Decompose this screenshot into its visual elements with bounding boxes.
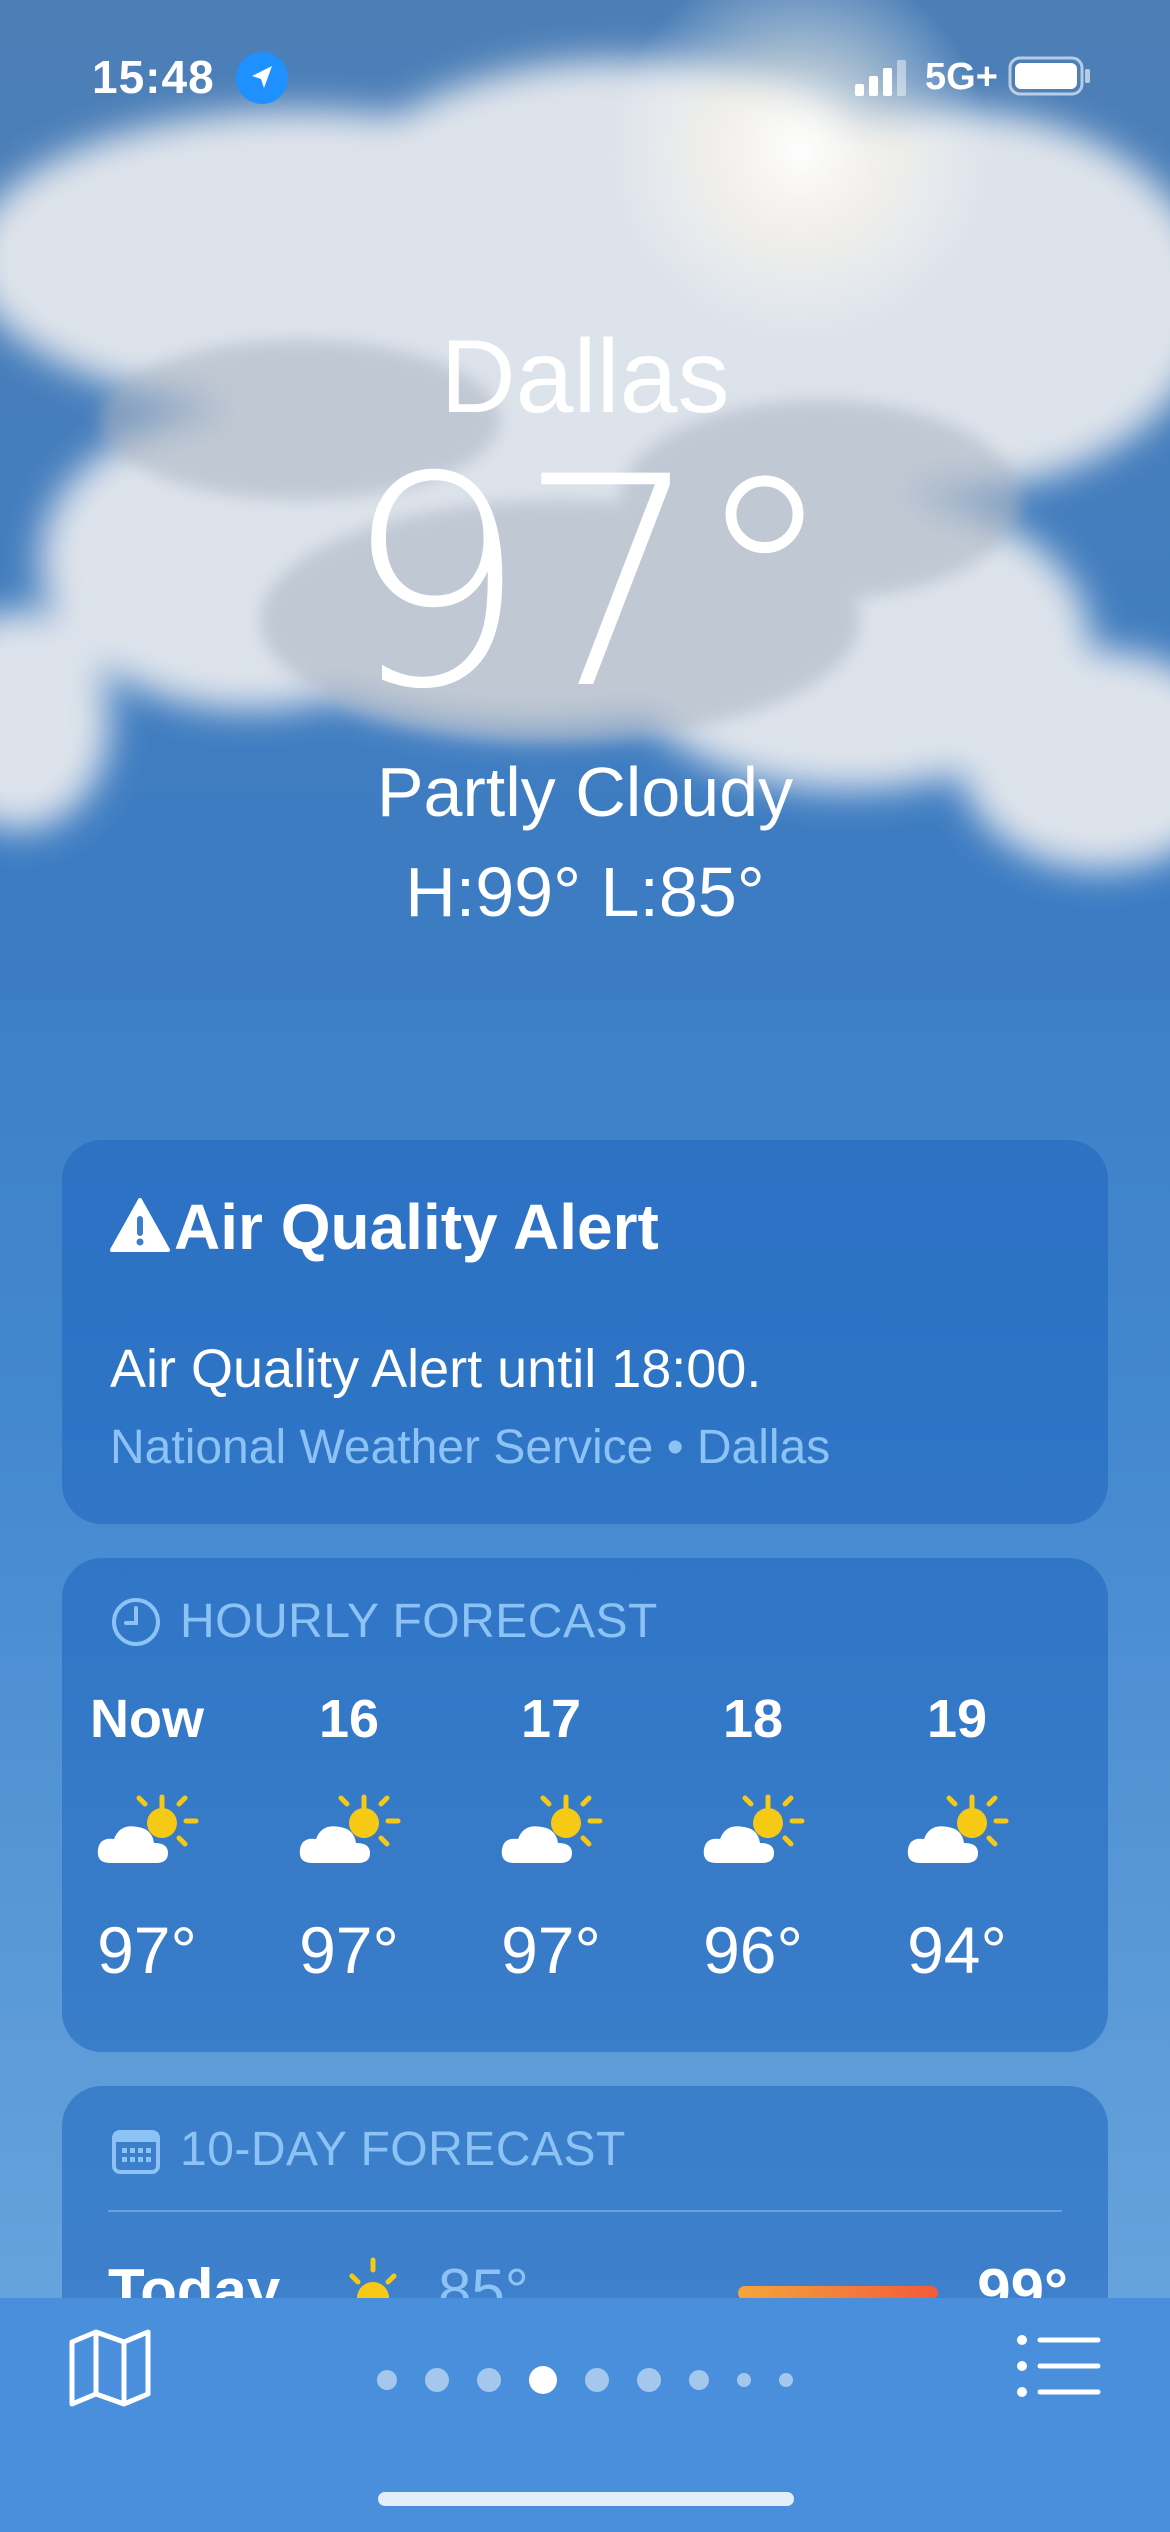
hour-label: 17 (520, 1689, 582, 1749)
hour-item: 16 97° (264, 1688, 434, 1988)
hour-temperature: 94° (907, 1913, 1007, 1987)
hourly-forecast-card[interactable]: HOURLY FORECAST Now 97° 16 97° 17 97° 18… (62, 1558, 1108, 2052)
current-temperature: 97° (342, 416, 837, 753)
list-icon[interactable] (1016, 2334, 1102, 2398)
hour-item: 19 94° (872, 1688, 1042, 1988)
clock-icon (112, 1598, 160, 1646)
battery-icon (1008, 56, 1090, 96)
partly-cloudy-sun-icon (466, 1768, 636, 1898)
hour-label: Now (90, 1689, 204, 1749)
cellular-signal-icon (855, 60, 906, 96)
alert-source: National Weather Service • Dallas (110, 1421, 831, 1474)
page-indicator[interactable] (330, 2360, 840, 2400)
hour-temperature: 97° (299, 1913, 399, 1987)
alert-title: Air Quality Alert (174, 1191, 659, 1263)
page-dot[interactable] (585, 2368, 609, 2392)
page-dot[interactable] (737, 2373, 751, 2387)
alert-body: Air Quality Alert until 18:00. (110, 1339, 762, 1399)
page-dot[interactable] (637, 2368, 661, 2392)
weather-condition: Partly Cloudy (376, 753, 794, 831)
map-icon[interactable] (68, 2328, 152, 2408)
page-dot[interactable] (689, 2370, 709, 2390)
divider (108, 2210, 1062, 2212)
partly-cloudy-sun-icon (264, 1768, 434, 1898)
hour-item: Now 97° (62, 1688, 232, 1988)
partly-cloudy-sun-icon (872, 1768, 1042, 1898)
page-dot[interactable] (779, 2373, 793, 2387)
hour-temperature: 96° (703, 1913, 803, 1987)
warning-icon (110, 1198, 170, 1252)
home-indicator[interactable] (378, 2492, 794, 2506)
page-dot[interactable] (425, 2368, 449, 2392)
hour-temperature: 97° (501, 1913, 601, 1987)
hour-label: 18 (722, 1689, 784, 1749)
page-dot[interactable] (529, 2366, 557, 2394)
page-dot[interactable] (377, 2370, 397, 2390)
hour-label: 16 (318, 1689, 380, 1749)
status-bar: 15:48 5G+ (0, 0, 1170, 150)
hour-item: 18 96° (668, 1688, 838, 1988)
hour-item: 17 97° (466, 1688, 636, 1988)
ten-day-forecast-header: 10-DAY FORECAST (180, 2123, 626, 2176)
location-arrow-icon (236, 52, 288, 104)
hourly-forecast-header: HOURLY FORECAST (180, 1595, 658, 1648)
air-quality-alert-card[interactable]: Air Quality Alert Air Quality Alert unti… (62, 1140, 1108, 1524)
calendar-icon (112, 2130, 160, 2174)
partly-cloudy-sun-icon (668, 1768, 838, 1898)
hour-label: 19 (926, 1689, 988, 1749)
hour-temperature: 97° (97, 1913, 197, 1987)
network-type: 5G+ (925, 56, 998, 98)
high-low-temperature: H:99° L:85° (405, 853, 765, 931)
page-dot[interactable] (477, 2368, 501, 2392)
status-time: 15:48 (92, 51, 215, 103)
partly-cloudy-sun-icon (62, 1768, 232, 1898)
